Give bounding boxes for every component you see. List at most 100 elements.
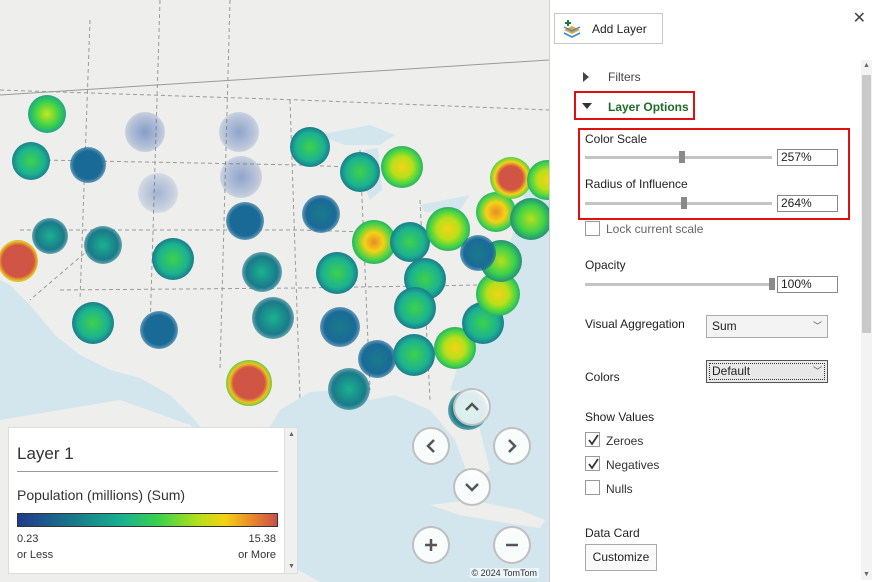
chevron-up-icon: [465, 402, 479, 411]
zoom-in-button[interactable]: [412, 526, 450, 564]
heat-point: [460, 235, 496, 271]
heat-point: [328, 368, 370, 410]
nulls-label: Nulls: [606, 482, 633, 496]
close-icon[interactable]: ✕: [853, 8, 866, 28]
panel-scrollbar[interactable]: ▲ ▼: [861, 60, 872, 580]
colors-dropdown[interactable]: Default ﹀: [706, 360, 828, 383]
heat-point: [12, 142, 50, 180]
opacity-label: Opacity: [585, 258, 626, 272]
legend-min-label: or Less: [17, 549, 54, 561]
pan-up-button[interactable]: [453, 388, 491, 426]
scroll-thumb[interactable]: [862, 75, 871, 333]
add-layer-label: Add Layer: [592, 21, 647, 36]
heat-point: [152, 238, 194, 280]
map-legend[interactable]: Layer 1 Population (millions) (Sum) 0.23…: [8, 427, 298, 574]
lock-scale-checkbox[interactable]: [585, 221, 600, 236]
heat-point: [252, 297, 294, 339]
heat-point: [394, 287, 436, 329]
heat-point: [320, 307, 360, 347]
zoom-in-icon: [425, 539, 437, 551]
filters-section-header[interactable]: Filters: [608, 70, 641, 84]
heat-point: [242, 252, 282, 292]
opacity-slider-thumb[interactable]: [769, 278, 775, 290]
scroll-down-arrow-icon[interactable]: ▼: [861, 569, 872, 580]
map-view[interactable]: © 2024 TomTom Layer 1 Population (millio…: [0, 0, 549, 582]
heat-point: [393, 334, 435, 376]
legend-subtitle: Population (millions) (Sum): [17, 487, 186, 503]
heat-point: [390, 222, 430, 262]
visual-aggregation-value: Sum: [712, 319, 737, 333]
radius-input[interactable]: 264%: [777, 195, 838, 212]
legend-max-value: 15.38: [248, 533, 276, 545]
visual-aggregation-dropdown[interactable]: Sum ﹀: [706, 315, 828, 338]
radius-slider-thumb[interactable]: [681, 197, 687, 209]
chevron-down-icon: ﹀: [812, 366, 822, 376]
checkmark-icon: [587, 434, 599, 446]
checkmark-icon: [587, 458, 599, 470]
heat-point: [84, 226, 122, 264]
lock-scale-label: Lock current scale: [606, 222, 704, 236]
color-scale-slider-thumb[interactable]: [679, 151, 685, 163]
nulls-checkbox[interactable]: [585, 480, 600, 495]
heat-point: [490, 157, 532, 199]
heat-point: [140, 311, 178, 349]
color-scale-input[interactable]: 257%: [777, 149, 838, 166]
legend-max-label: or More: [238, 549, 276, 561]
collapse-arrow-icon[interactable]: [582, 103, 592, 109]
zoom-out-button[interactable]: [493, 526, 531, 564]
layer-pane: Add Layer ✕ ▲ ▼ Filters Layer Options Co…: [549, 0, 874, 582]
heat-point: [302, 195, 340, 233]
map-copyright: © 2024 TomTom: [469, 568, 539, 578]
zoom-out-icon: [506, 543, 518, 547]
zeroes-checkbox[interactable]: [585, 432, 600, 447]
legend-title: Layer 1: [17, 444, 74, 463]
heat-point: [340, 152, 380, 192]
expand-arrow-icon[interactable]: [583, 72, 589, 82]
heat-point: [32, 218, 68, 254]
chevron-left-icon: [426, 439, 435, 453]
heat-point: [72, 302, 114, 344]
negatives-label: Negatives: [606, 458, 660, 472]
radius-of-influence-label: Radius of Influence: [585, 177, 688, 191]
heat-point: [226, 360, 272, 406]
opacity-slider[interactable]: [585, 283, 772, 286]
show-values-label: Show Values: [585, 410, 655, 424]
zeroes-label: Zeroes: [606, 434, 644, 448]
heat-point: [290, 127, 330, 167]
heat-point: [220, 156, 262, 198]
heat-point: [125, 112, 165, 152]
pan-right-button[interactable]: [493, 427, 531, 465]
heat-point: [358, 340, 396, 378]
chevron-down-icon: [465, 483, 479, 492]
heat-point: [316, 252, 358, 294]
scroll-down-arrow-icon[interactable]: ▼: [285, 560, 298, 573]
heat-point: [381, 146, 423, 188]
pan-left-button[interactable]: [412, 427, 450, 465]
colors-label: Colors: [585, 370, 620, 384]
customize-button[interactable]: Customize: [585, 544, 657, 571]
layer-options-section-header[interactable]: Layer Options: [608, 100, 689, 114]
data-card-label: Data Card: [585, 526, 640, 540]
chevron-right-icon: [508, 439, 517, 453]
focus-ring: [709, 363, 825, 380]
radius-slider[interactable]: [585, 202, 772, 205]
pan-down-button[interactable]: [453, 468, 491, 506]
legend-divider: [17, 471, 278, 472]
color-scale-label: Color Scale: [585, 132, 648, 146]
scroll-up-arrow-icon[interactable]: ▲: [285, 428, 298, 441]
legend-min-value: 0.23: [17, 533, 39, 545]
chevron-down-icon: ﹀: [812, 321, 822, 331]
heat-point: [510, 198, 549, 240]
negatives-checkbox[interactable]: [585, 456, 600, 471]
legend-color-scale: [17, 513, 278, 527]
add-layer-button[interactable]: Add Layer: [554, 13, 663, 44]
opacity-input[interactable]: 100%: [777, 276, 838, 293]
heat-point: [226, 202, 264, 240]
legend-scrollbar[interactable]: ▲ ▼: [284, 428, 297, 573]
add-layer-icon: [563, 19, 581, 38]
visual-aggregation-label: Visual Aggregation: [585, 317, 685, 331]
heat-point: [70, 147, 106, 183]
heat-point: [138, 173, 178, 213]
heat-point: [219, 112, 259, 152]
scroll-up-arrow-icon[interactable]: ▲: [861, 60, 872, 71]
